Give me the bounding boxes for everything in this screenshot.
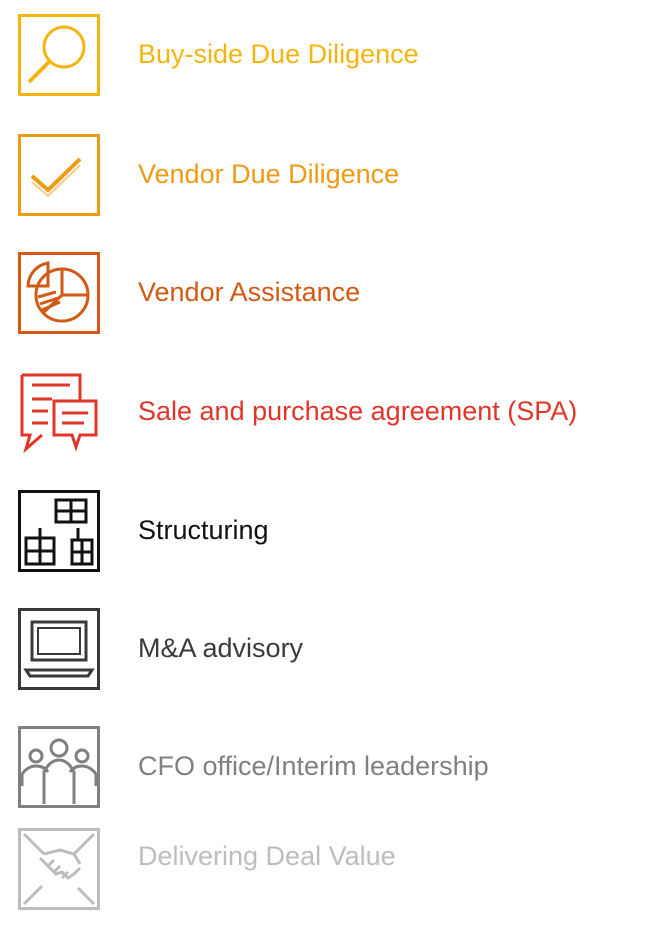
pie-chart-icon [18, 252, 100, 334]
magnifier-icon [18, 14, 100, 96]
service-label: Sale and purchase agreement (SPA) [138, 396, 578, 426]
laptop-icon [18, 608, 100, 690]
service-buy-side-due-diligence: Buy-side Due Diligence [0, 14, 656, 114]
checkmark-icon [18, 134, 100, 216]
service-delivering-deal-value: Delivering Deal Value [0, 828, 656, 928]
service-cfo-office: CFO office/Interim leadership [0, 726, 656, 826]
service-vendor-due-diligence: Vendor Due Diligence [0, 134, 656, 234]
service-vendor-assistance: Vendor Assistance [0, 252, 656, 352]
service-label: CFO office/Interim leadership [138, 751, 489, 781]
service-ma-advisory: M&A advisory [0, 608, 656, 708]
building-blocks-icon [18, 490, 100, 572]
handshake-icon [18, 828, 100, 910]
service-label: Delivering Deal Value [138, 841, 396, 871]
service-label: Vendor Due Diligence [138, 159, 400, 189]
service-label: Buy-side Due Diligence [138, 39, 419, 69]
chat-document-icon [18, 371, 100, 453]
people-group-icon [18, 726, 100, 808]
service-label: Structuring [138, 515, 269, 545]
service-list: Buy-side Due Diligence Vendor Due Dilige… [0, 0, 656, 911]
service-structuring: Structuring [0, 490, 656, 590]
service-label: Vendor Assistance [138, 277, 361, 307]
service-spa: Sale and purchase agreement (SPA) [0, 371, 656, 471]
service-label: M&A advisory [138, 633, 304, 663]
